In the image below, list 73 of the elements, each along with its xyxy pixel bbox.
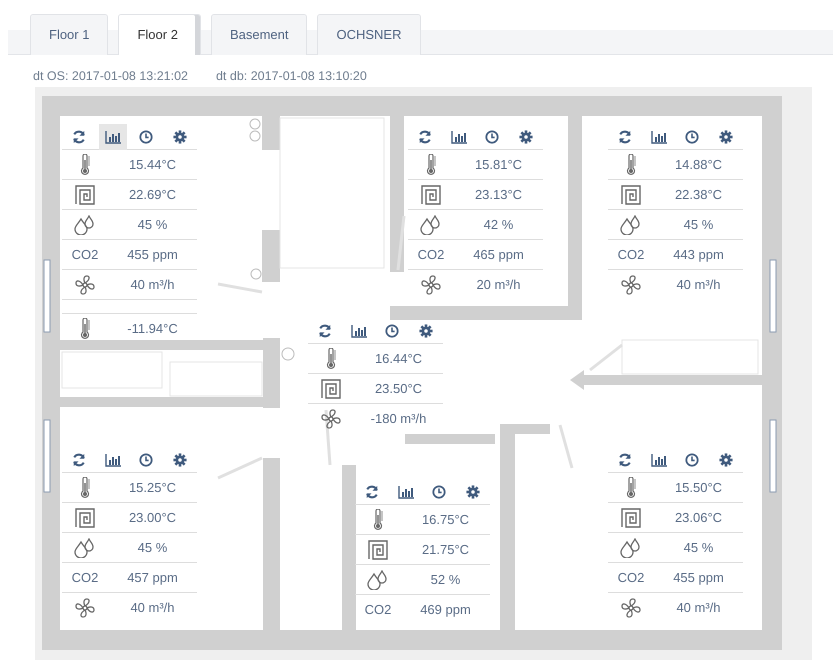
sensor-value: 45 %: [682, 538, 714, 557]
sensor-value: 16.44°C: [374, 350, 424, 368]
sensor-value: 23.00°C: [128, 508, 178, 527]
thermometer-icon: [425, 154, 437, 176]
floor-heating-icon: [75, 508, 95, 528]
sensor-value: 455 ppm: [126, 246, 179, 264]
tab[interactable]: Basement: [210, 14, 308, 55]
sensor-value: 15.44°C: [128, 156, 178, 174]
sensor-value: 45 %: [136, 538, 168, 557]
sensor-value: 22.69°C: [128, 186, 178, 204]
thermometer-icon: [625, 154, 637, 176]
sensor-value: 469 ppm: [419, 601, 472, 620]
water-drops-icon: [620, 538, 642, 558]
sensor-value: 23.06°C: [674, 508, 724, 527]
tab[interactable]: OCHSNER: [317, 14, 420, 55]
fan-icon: [621, 275, 641, 295]
thermometer-icon: [625, 476, 637, 498]
sensor-value: 45 %: [136, 216, 168, 234]
water-drops-icon: [74, 214, 96, 234]
sensor-label: CO2: [616, 568, 646, 587]
tab[interactable]: Floor 2: [118, 14, 201, 55]
water-drops-icon: [420, 214, 442, 234]
sensor-value: 16.75°C: [420, 510, 470, 529]
fan-icon: [421, 275, 441, 295]
sensor-value: 20 m³/h: [475, 276, 522, 294]
sensor-value: -11.94°C: [126, 320, 179, 338]
sensor-value: 15.25°C: [128, 478, 178, 497]
fan-icon: [321, 409, 341, 429]
sensor-value: 40 m³/h: [129, 276, 176, 294]
sensor-value: 457 ppm: [126, 568, 179, 587]
sensor-value: 42 %: [482, 216, 514, 234]
sensor-value: 455 ppm: [672, 568, 725, 587]
sensor-value: 21.75°C: [420, 540, 470, 559]
fan-icon: [75, 598, 95, 618]
sensor-label: CO2: [364, 601, 392, 620]
sensor-value: -180 m³/h: [370, 410, 428, 428]
sensor-value: 443 ppm: [672, 246, 725, 264]
water-drops-icon: [367, 570, 389, 590]
sensor-value: 465 ppm: [472, 246, 525, 264]
floor-heating-icon: [621, 184, 641, 204]
timestamp-text: dt db: 2017-01-08 13:10:20: [216, 68, 367, 85]
thermometer-icon: [79, 154, 91, 176]
sensor-value: 15.50°C: [674, 478, 724, 497]
sensor-value: 45 %: [682, 216, 714, 234]
thermometer-icon: [325, 348, 337, 370]
sensor-label: CO2: [70, 568, 100, 587]
sensor-value: 52 %: [430, 570, 462, 589]
thermometer-icon: [79, 476, 91, 498]
bar-chart-icon[interactable]: [98, 124, 127, 150]
sensor-label: CO2: [616, 246, 646, 264]
fan-icon: [75, 274, 95, 294]
sensor-label: CO2: [416, 246, 446, 264]
tab[interactable]: Floor 1: [30, 14, 108, 55]
water-drops-icon: [74, 538, 96, 558]
sensor-value: 40 m³/h: [675, 599, 722, 618]
sensor-value: 40 m³/h: [675, 276, 722, 294]
fan-icon: [621, 598, 641, 618]
thermometer-icon: [372, 508, 384, 530]
water-drops-icon: [620, 214, 642, 234]
floor-heating-icon: [321, 378, 341, 398]
sensor-value: 23.50°C: [374, 380, 424, 398]
timestamp-text: dt OS: 2017-01-08 13:21:02: [33, 68, 188, 85]
floor-heating-icon: [421, 184, 441, 204]
sensor-value: 23.13°C: [474, 186, 524, 204]
sensor-value: 40 m³/h: [129, 599, 176, 618]
floor-heating-icon: [75, 184, 95, 204]
floor-heating-icon: [621, 508, 641, 528]
sensor-label: CO2: [70, 246, 100, 264]
thermometer-icon: [79, 318, 91, 340]
sensor-value: 14.88°C: [674, 156, 724, 174]
sensor-value: 22.38°C: [674, 186, 724, 204]
sensor-value: 15.81°C: [474, 156, 524, 174]
floor-heating-icon: [368, 540, 388, 560]
